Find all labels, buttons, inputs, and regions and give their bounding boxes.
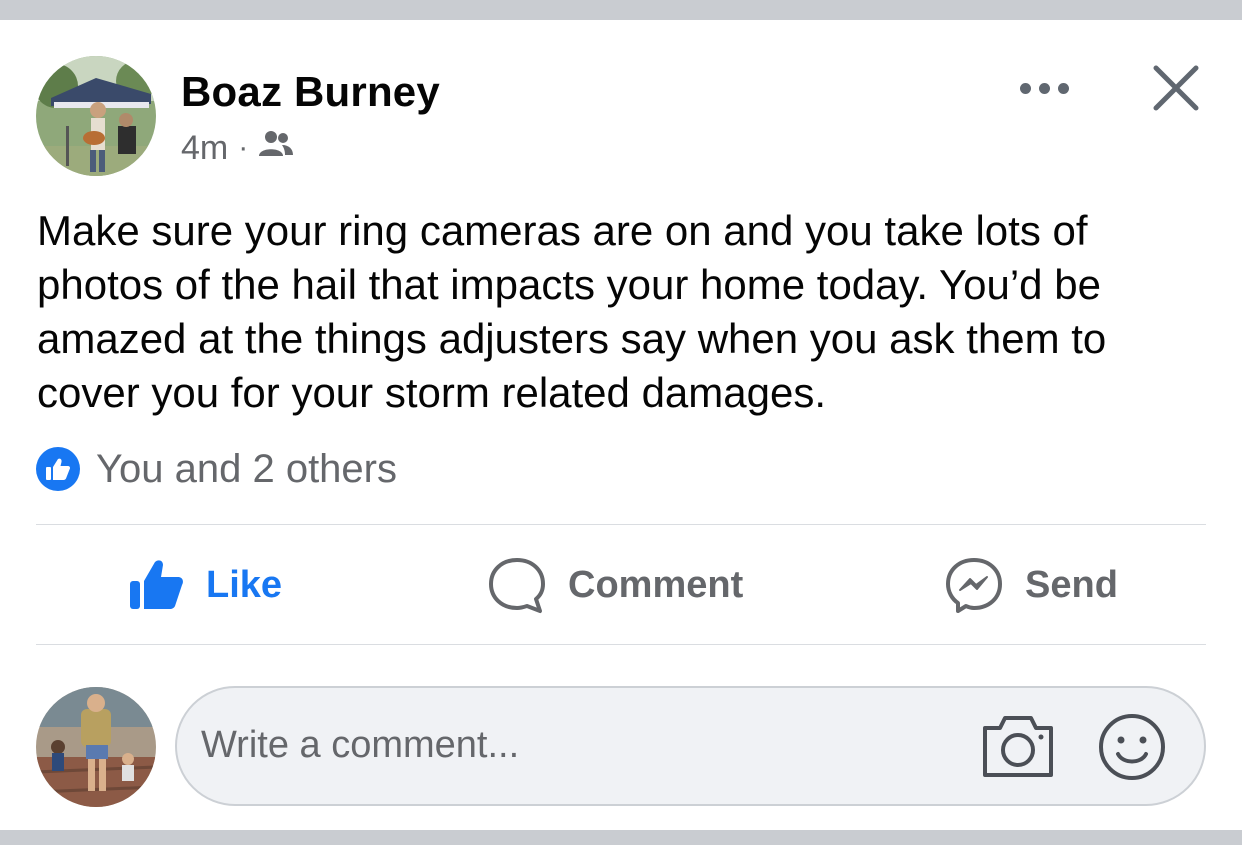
comment-label: Comment <box>568 563 744 606</box>
camera-icon <box>983 716 1053 777</box>
more-dot <box>1019 82 1031 94</box>
post-text: Make sure your ring cameras are on and y… <box>37 207 1107 416</box>
reactions-summary[interactable]: You and 2 others <box>36 446 397 492</box>
comment-button[interactable]: Comment <box>488 550 743 620</box>
more-options-button[interactable] <box>1012 66 1076 110</box>
like-label: Like <box>206 563 283 606</box>
emoji-icon <box>1099 714 1165 780</box>
like-button[interactable]: Like <box>128 550 282 620</box>
meta-separator: · <box>238 131 249 164</box>
author-name[interactable]: Boaz Burney <box>181 68 440 116</box>
friends-icon <box>258 129 294 168</box>
comment-input[interactable] <box>201 724 901 767</box>
send-button[interactable]: Send <box>945 550 1118 620</box>
reactions-text: You and 2 others <box>96 446 397 491</box>
comment-composer[interactable] <box>175 686 1206 806</box>
bottom-edge <box>0 830 1242 845</box>
close-button[interactable] <box>1148 60 1204 116</box>
comment-icon <box>489 558 545 613</box>
send-label: Send <box>1025 563 1118 606</box>
divider <box>36 644 1206 645</box>
current-user-avatar[interactable] <box>36 687 156 807</box>
more-dot <box>1057 82 1069 94</box>
camera-button[interactable] <box>980 712 1056 780</box>
post-timestamp[interactable]: 4m <box>181 129 228 168</box>
divider <box>36 524 1206 525</box>
emoji-button[interactable] <box>1097 712 1167 782</box>
close-icon <box>1153 65 1199 111</box>
post-meta: 4m · <box>181 128 294 168</box>
thumbs-up-icon <box>130 560 183 609</box>
more-dot <box>1038 82 1050 94</box>
post-card: Boaz Burney 4m · Make sure your ring cam… <box>0 20 1242 830</box>
author-avatar[interactable] <box>36 56 156 176</box>
like-reaction-icon <box>36 447 80 491</box>
messenger-icon <box>946 558 1002 613</box>
